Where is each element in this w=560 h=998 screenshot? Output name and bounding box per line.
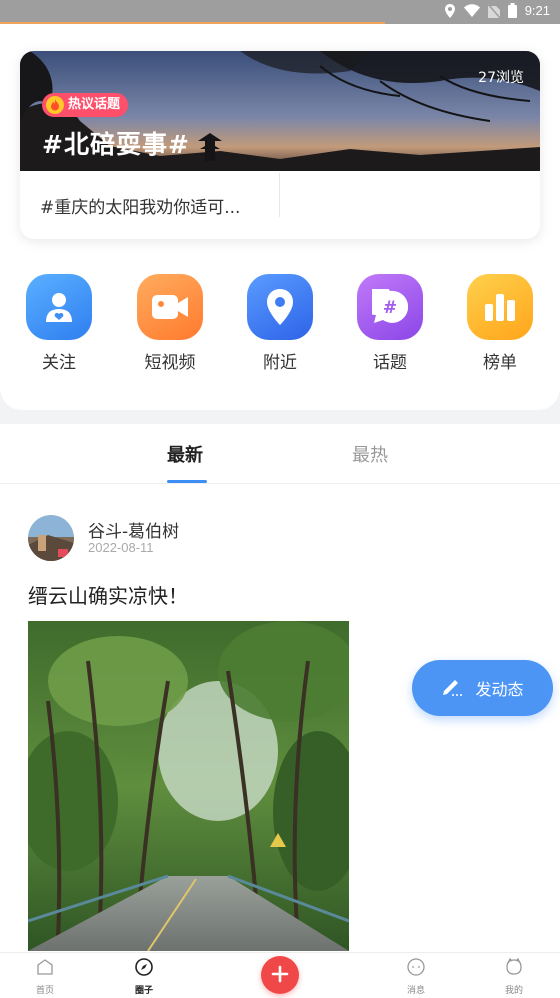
plus-icon — [271, 960, 289, 990]
shortcut-follow-label: 关注 — [42, 353, 76, 373]
profile-icon — [484, 957, 544, 981]
topic-divider — [279, 173, 280, 217]
hashtag-icon: # — [357, 274, 423, 340]
shortcut-short-video[interactable]: 短视频 — [115, 274, 225, 373]
shortcut-nearby[interactable]: 附近 — [225, 274, 335, 373]
post-author-avatar[interactable] — [28, 515, 74, 561]
location-icon — [444, 3, 456, 18]
message-icon — [386, 957, 446, 981]
feed-tabs: 最新 最热 — [0, 424, 560, 484]
nav-home[interactable]: 首页 — [15, 957, 75, 996]
nav-messages[interactable]: 消息 — [386, 957, 446, 996]
ranking-icon — [467, 274, 533, 340]
shortcut-topic-label: 话题 — [373, 353, 407, 373]
nav-circle-label: 圈子 — [134, 986, 153, 996]
topic-banner-image: 热议话题 #北碚耍事# 27浏览 — [20, 51, 540, 171]
nav-mine[interactable]: 我的 — [484, 957, 544, 996]
top-panel: 热议话题 #北碚耍事# 27浏览 #重庆的太阳我劝你适可... 关注 短视频 附… — [0, 24, 560, 410]
home-icon — [15, 957, 75, 981]
post-text[interactable]: 缙云山确实凉快！ — [28, 580, 188, 609]
location-pin-icon — [247, 274, 313, 340]
nav-mine-label: 我的 — [504, 986, 523, 996]
post-date: 2022-08-11 — [88, 540, 154, 555]
shortcut-nearby-label: 附近 — [263, 353, 297, 373]
fire-icon — [46, 96, 64, 114]
hot-topic-badge: 热议话题 — [42, 93, 129, 117]
add-button[interactable] — [261, 956, 299, 994]
tab-hot[interactable]: 最热 — [352, 441, 388, 467]
topic-subtitle[interactable]: #重庆的太阳我劝你适可... — [40, 193, 270, 218]
create-post-label: 发动态 — [475, 680, 524, 699]
tab-latest[interactable]: 最新 — [167, 441, 203, 467]
nav-messages-label: 消息 — [406, 986, 425, 996]
video-icon — [137, 274, 203, 340]
shortcut-ranking[interactable]: 榜单 — [445, 274, 555, 373]
compass-icon — [114, 957, 174, 981]
nav-circle[interactable]: 圈子 — [114, 957, 174, 996]
shortcut-short-video-label: 短视频 — [144, 353, 196, 373]
create-post-button[interactable]: 发动态 — [412, 660, 553, 716]
post-image[interactable] — [28, 621, 349, 951]
shortcut-topic[interactable]: # 话题 — [335, 274, 445, 373]
hot-topic-badge-label: 热议话题 — [68, 97, 121, 112]
hot-topic-card[interactable]: 热议话题 #北碚耍事# 27浏览 #重庆的太阳我劝你适可... — [20, 51, 540, 239]
svg-text:#: # — [383, 298, 397, 318]
shortcut-row: 关注 短视频 附近 # 话题 榜单 — [0, 274, 560, 384]
status-bar: 9:21 — [0, 0, 560, 24]
post-author-name[interactable]: 谷斗-葛伯树 — [88, 517, 179, 542]
battery-icon — [507, 3, 517, 18]
follow-icon — [26, 274, 92, 340]
status-icons: 9:21 — [444, 3, 550, 18]
tab-active-indicator — [167, 480, 207, 483]
topic-view-count: 27浏览 — [478, 70, 524, 86]
wifi-icon — [463, 4, 480, 17]
shortcut-ranking-label: 榜单 — [483, 353, 517, 373]
nav-home-label: 首页 — [35, 986, 54, 996]
topic-title: #北碚耍事# — [42, 130, 190, 159]
edit-icon — [441, 675, 463, 701]
no-sim-icon — [487, 3, 500, 18]
status-time: 9:21 — [524, 3, 550, 18]
shortcut-follow[interactable]: 关注 — [4, 274, 114, 373]
